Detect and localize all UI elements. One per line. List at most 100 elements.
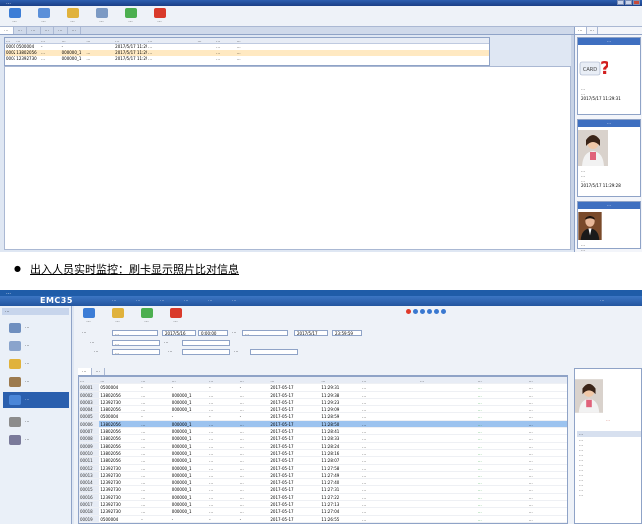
table-cell: 0500004 xyxy=(100,414,119,420)
menu-item-5[interactable]: … xyxy=(208,296,213,306)
table-cell xyxy=(197,56,216,62)
table-row[interactable]: 00011 13802056 … 000000_1 … … 2017-05-17 11:28:… xyxy=(79,457,567,465)
tab-6[interactable]: … xyxy=(68,27,81,34)
logo-icon xyxy=(406,309,411,314)
date-from-input[interactable]: 2017/5/16 xyxy=(162,330,196,336)
table-row[interactable]: 00006 13802056 … 000000_1 … … 2017-05-17 11:28:… xyxy=(79,420,567,429)
table-row[interactable]: 00013 12392730 … 000000_1 … … 2017-05-17 11:27:… xyxy=(79,471,567,480)
time-from-input[interactable]: 0:00:00 xyxy=(198,330,228,336)
toolbar-button-5[interactable]: … xyxy=(116,6,145,27)
sidebar-item-6[interactable]: … xyxy=(3,414,69,430)
table-cell: … xyxy=(362,414,367,420)
card-input[interactable] xyxy=(250,349,298,355)
card-icon xyxy=(9,359,21,369)
table-cell: 000000_1 xyxy=(171,436,192,442)
right-tab-1[interactable]: … xyxy=(575,27,587,34)
table-cell xyxy=(419,494,477,500)
menu-right[interactable]: … xyxy=(600,296,605,306)
table-cell: … xyxy=(528,450,533,456)
menu-item-2[interactable]: … xyxy=(136,296,141,306)
close-icon[interactable] xyxy=(633,0,640,5)
table-row[interactable]: 00003 12392730 … 000000_1 … … 2017-05-17 11:29:… xyxy=(79,398,567,407)
table-cell: … xyxy=(6,38,10,43)
table-cell: … xyxy=(239,458,244,464)
table-cell: … xyxy=(209,509,214,515)
collect-button[interactable]: … xyxy=(103,306,132,327)
table-cell: … xyxy=(362,378,367,383)
tab-records[interactable]: … xyxy=(78,368,92,375)
table-row[interactable]: 00007 13802056 … 000000_1 … … 2017-05-17 11:28:… xyxy=(79,428,567,436)
sidebar-item-3[interactable]: … xyxy=(3,356,69,372)
table-cell xyxy=(419,435,477,441)
right-tab-2[interactable]: … xyxy=(587,27,598,34)
table-row[interactable]: 000312392730…000000_1…2017/5/17 11:29:23… xyxy=(5,56,489,62)
status-icon xyxy=(434,309,439,314)
table-row[interactable]: 00016 12392730 … 000000_1 … … 2017-05-17 11:27:… xyxy=(79,493,567,502)
date-type-select[interactable]: … xyxy=(112,330,158,336)
photo-card-2: … … … … 2017/5/17 11:29:28 xyxy=(577,119,641,197)
table-cell: 2017-05-17 xyxy=(270,458,294,464)
table-cell: 000000_1 xyxy=(171,399,192,405)
table-row[interactable]: 00012 12392730 … 000000_1 … … 2017-05-17 11:27:… xyxy=(79,464,567,472)
table-row[interactable]: 00005 0500004- - - -2017-05-17 11:28:59……… xyxy=(79,413,567,421)
toolbar-button-4[interactable]: … xyxy=(87,6,116,27)
table-row[interactable]: 00017 12392730 … 000000_1 … … 2017-05-17 11:27:… xyxy=(79,501,567,509)
table-row[interactable]: 00015 12392730 … 000000_1 … … 2017-05-17 11:27:… xyxy=(79,486,567,494)
table-row[interactable]: 00002 13802056 … 000000_1 … … 2017-05-17 11:29:… xyxy=(79,391,567,399)
toolbar-button-2[interactable]: … xyxy=(29,6,58,27)
menu-item-1[interactable]: … xyxy=(112,296,117,306)
sidebar-item-7[interactable]: … xyxy=(3,432,69,448)
sidebar-item-5[interactable]: … xyxy=(3,392,69,408)
sidebar-item-4[interactable]: … xyxy=(3,374,69,390)
tab-2[interactable]: … xyxy=(14,27,27,34)
table-cell: 2017-05-17 xyxy=(270,465,294,471)
date-to-input[interactable]: 2017/5/17 xyxy=(294,330,328,336)
table-row[interactable]: 00008 13802056 … 000000_1 … … 2017-05-17 11:28:… xyxy=(79,435,567,443)
table-row[interactable]: 00019 0500004- - - -2017-05-17 11:26:55……… xyxy=(79,515,567,523)
tab-3[interactable]: … xyxy=(27,27,41,34)
table-row[interactable]: 00010 13802056 … 000000_1 … … 2017-05-17 11:28:… xyxy=(79,449,567,458)
menu-item-3[interactable]: … xyxy=(160,296,165,306)
table-row[interactable]: 00018 12392730 … 000000_1 … … 2017-05-17 11:27:… xyxy=(79,508,567,516)
time-to-input[interactable]: 23:59:59 xyxy=(332,330,362,336)
person-photo-woman xyxy=(575,379,603,413)
table-cell xyxy=(419,479,477,485)
toolbar-button-1[interactable]: … xyxy=(0,6,29,27)
date-type-select-2[interactable]: … xyxy=(242,330,288,336)
table-cell: 00001 xyxy=(79,384,100,391)
sidebar-item-2[interactable]: … xyxy=(3,338,69,354)
user-icon xyxy=(95,8,108,18)
table-row[interactable]: 00009 13802056 … 000000_1 … … 2017-05-17 11:28:… xyxy=(79,442,567,450)
person-label: … xyxy=(168,349,173,354)
tab-1[interactable]: … xyxy=(0,27,14,34)
table-cell xyxy=(419,472,477,478)
table-cell: 11:27:58 xyxy=(321,465,340,471)
table-cell: … xyxy=(528,480,533,486)
maximize-icon[interactable] xyxy=(625,0,632,5)
menu-item-4[interactable]: … xyxy=(184,296,189,306)
tab-4[interactable]: … xyxy=(41,27,54,34)
toolbar-button-3[interactable]: … xyxy=(58,6,87,27)
tab-5[interactable]: … xyxy=(54,27,68,34)
query-button[interactable]: … xyxy=(74,306,103,327)
position-select[interactable]: … xyxy=(112,340,160,346)
exit-button[interactable]: … xyxy=(161,306,190,327)
card-header: … xyxy=(578,38,640,45)
door-select[interactable] xyxy=(182,340,230,346)
tab-stats[interactable]: … xyxy=(92,368,105,375)
table-row[interactable]: 00004 13802056 … 000000_1 … … 2017-05-17 11:29:… xyxy=(79,406,567,414)
table-cell: 11:28:33 xyxy=(321,436,340,442)
sidebar-item-1[interactable]: … xyxy=(3,320,69,336)
export-button[interactable]: … xyxy=(132,306,161,327)
toolbar-button-6[interactable]: … xyxy=(145,6,174,27)
table-row[interactable]: 00001 0500004- - - -2017-05-17 11:29:31……… xyxy=(79,384,567,392)
card-line: 2017/5/17 11:29:31 xyxy=(581,96,621,101)
table-row[interactable]: 00014 12392730 … 000000_1 … … 2017-05-17 11:27:… xyxy=(79,479,567,487)
minimize-icon[interactable] xyxy=(617,0,624,5)
dept-select[interactable]: … xyxy=(112,349,160,355)
exit-icon xyxy=(153,8,166,18)
app2-photo-panel: … … ……………………………… xyxy=(574,368,642,524)
table-cell: 00013 xyxy=(79,471,100,479)
person-input[interactable] xyxy=(182,349,230,355)
menu-item-6[interactable]: … xyxy=(232,296,237,306)
